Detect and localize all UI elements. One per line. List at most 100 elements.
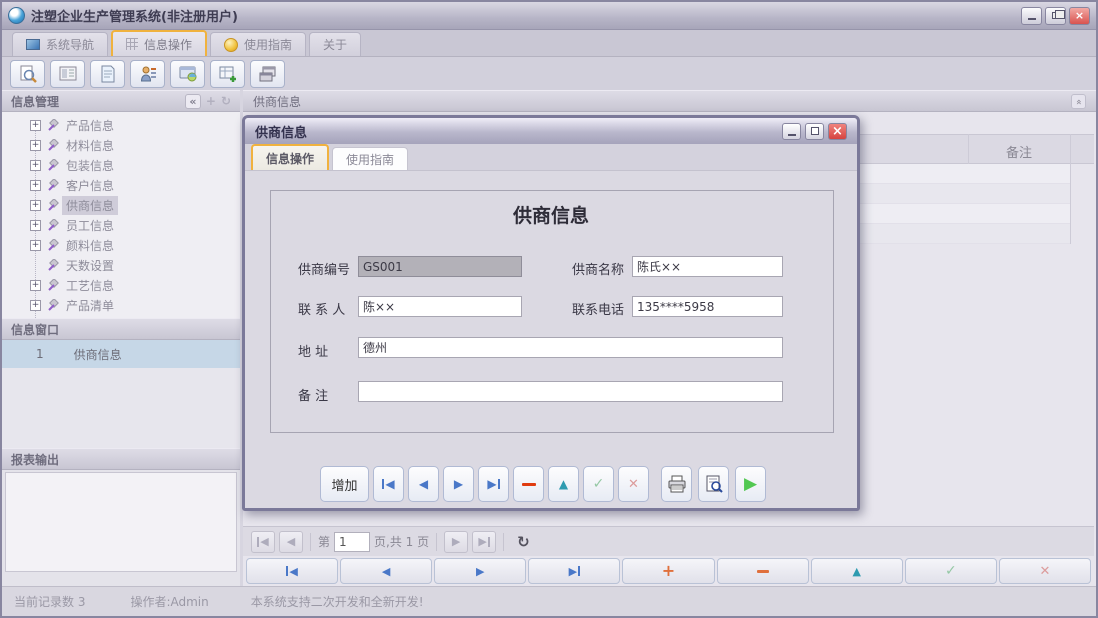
name-field[interactable] xyxy=(632,256,783,277)
expand-icon[interactable]: + xyxy=(30,160,41,171)
minimize-button[interactable] xyxy=(1021,7,1042,25)
last-page-button[interactable]: ▶ xyxy=(472,531,496,553)
confirm-button[interactable]: ✓ xyxy=(583,466,614,502)
tab-system-nav[interactable]: 系统导航 xyxy=(12,32,108,56)
address-field[interactable] xyxy=(358,337,783,358)
expand-icon[interactable]: + xyxy=(30,220,41,231)
table-add-icon[interactable] xyxy=(210,60,245,88)
edit-record-button[interactable]: ▲ xyxy=(548,466,579,502)
cancel-button[interactable]: ✕ xyxy=(999,558,1091,584)
expand-icon[interactable]: + xyxy=(30,200,41,211)
supplier-dialog: 供商信息 × 信息操作 使用指南 供商信息 供商编号 供商名称 联 系 人 xyxy=(242,115,860,511)
code-field[interactable] xyxy=(358,256,522,277)
last-record-button[interactable]: ▶ xyxy=(478,466,509,502)
page-number-input[interactable] xyxy=(334,532,370,552)
collapse-up-icon[interactable]: « xyxy=(1071,94,1086,109)
add-icon[interactable]: + xyxy=(206,94,216,108)
delete-record-button[interactable] xyxy=(513,466,544,502)
toolbar xyxy=(2,57,1096,90)
prev-record-button[interactable]: ◀ xyxy=(340,558,432,584)
first-record-button[interactable]: ◀ xyxy=(373,466,404,502)
refresh-icon[interactable]: ↻ xyxy=(221,94,231,108)
dialog-title-bar: 供商信息 × xyxy=(245,118,857,144)
next-record-button[interactable]: ▶ xyxy=(443,466,474,502)
info-tree: + 产品信息 + 材料信息 + 包装信息 + 客户信息 + xyxy=(2,112,240,318)
tree-item-pigment[interactable]: + 颜料信息 xyxy=(2,235,240,255)
run-button[interactable]: ▶ xyxy=(735,466,766,502)
contact-field[interactable] xyxy=(358,296,522,317)
delete-record-button[interactable] xyxy=(717,558,809,584)
refresh-icon[interactable]: ↻ xyxy=(517,533,530,551)
first-record-button[interactable]: ◀ xyxy=(246,558,338,584)
play-icon: ▶ xyxy=(744,476,757,493)
record-count: 当前记录数 3 xyxy=(14,593,85,610)
dialog-tab-info-operation[interactable]: 信息操作 xyxy=(251,144,329,170)
supplier-panel-header: 供商信息 « xyxy=(243,90,1096,112)
cancel-button[interactable]: ✕ xyxy=(618,466,649,502)
restore-button[interactable] xyxy=(1045,7,1066,25)
dialog-minimize-button[interactable] xyxy=(782,123,801,140)
form-view-icon[interactable] xyxy=(50,60,85,88)
remark-field[interactable] xyxy=(358,381,783,402)
page-prefix: 第 xyxy=(318,533,330,550)
node-icon xyxy=(46,219,59,232)
print-button[interactable] xyxy=(661,466,692,502)
tab-info-operation[interactable]: 信息操作 xyxy=(111,30,207,56)
tree-item-process[interactable]: + 工艺信息 xyxy=(2,275,240,295)
tab-user-guide[interactable]: 使用指南 xyxy=(210,32,306,56)
last-record-button[interactable]: ▶ xyxy=(528,558,620,584)
tree-item-days-setting[interactable]: + 天数设置 xyxy=(2,255,240,275)
sidebar: 信息管理 « + ↻ + 产品信息 + 材料信息 + 包装信息 xyxy=(2,90,240,586)
tree-item-product[interactable]: + 产品信息 xyxy=(2,115,240,135)
user-icon[interactable] xyxy=(130,60,165,88)
remark-label: 备 注 xyxy=(298,385,328,404)
prev-page-button[interactable]: ◀ xyxy=(279,531,303,553)
tree-item-product-list[interactable]: + 产品清单 xyxy=(2,295,240,315)
first-page-button[interactable]: ◀ xyxy=(251,531,275,553)
report-output-header: 报表输出 xyxy=(2,448,240,470)
tree-item-material[interactable]: + 材料信息 xyxy=(2,135,240,155)
search-document-icon[interactable] xyxy=(10,60,45,88)
print-preview-icon xyxy=(704,475,724,493)
expand-icon[interactable]: + xyxy=(30,280,41,291)
window-title: 注塑企业生产管理系统(非注册用户) xyxy=(31,6,238,25)
expand-icon[interactable]: + xyxy=(30,240,41,251)
add-button[interactable]: 增加 xyxy=(320,466,369,502)
confirm-button[interactable]: ✓ xyxy=(905,558,997,584)
tab-about[interactable]: 关于 xyxy=(309,32,361,56)
edit-record-button[interactable]: ▲ xyxy=(811,558,903,584)
next-page-button[interactable]: ▶ xyxy=(444,531,468,553)
window-preview-icon[interactable] xyxy=(170,60,205,88)
dialog-title: 供商信息 xyxy=(255,122,307,141)
dialog-maximize-button[interactable] xyxy=(805,123,824,140)
next-record-button[interactable]: ▶ xyxy=(434,558,526,584)
collapse-panel-icon[interactable]: « xyxy=(185,94,201,109)
record-nav-bar: ◀ ◀ ▶ ▶ + ▲ ✓ ✕ xyxy=(246,558,1091,584)
expand-icon[interactable]: + xyxy=(30,120,41,131)
tree-item-supplier[interactable]: + 供商信息 xyxy=(2,195,240,215)
expand-icon[interactable]: + xyxy=(30,300,41,311)
list-item-supplier-window[interactable]: 1 供商信息 xyxy=(2,340,240,368)
node-icon xyxy=(46,159,59,172)
main-tab-bar: 系统导航 信息操作 使用指南 关于 xyxy=(2,30,1096,57)
prev-record-button[interactable]: ◀ xyxy=(408,466,439,502)
tree-item-packaging[interactable]: + 包装信息 xyxy=(2,155,240,175)
system-nav-icon xyxy=(26,39,40,50)
windows-stack-icon[interactable] xyxy=(250,60,285,88)
tree-item-customer[interactable]: + 客户信息 xyxy=(2,175,240,195)
node-icon xyxy=(46,259,59,272)
preview-button[interactable] xyxy=(698,466,729,502)
dialog-close-button[interactable]: × xyxy=(828,123,847,140)
tree-item-employee[interactable]: + 员工信息 xyxy=(2,215,240,235)
phone-field[interactable] xyxy=(632,296,783,317)
expand-icon[interactable]: + xyxy=(30,140,41,151)
report-output-area xyxy=(5,472,237,572)
dialog-tab-user-guide[interactable]: 使用指南 xyxy=(332,147,408,170)
info-management-header: 信息管理 « + ↻ xyxy=(2,90,240,112)
app-window: 注塑企业生产管理系统(非注册用户) × 系统导航 信息操作 使用指南 关于 xyxy=(0,0,1098,618)
add-record-button[interactable]: + xyxy=(622,558,714,584)
document-icon[interactable] xyxy=(90,60,125,88)
close-button[interactable]: × xyxy=(1069,7,1090,25)
node-icon xyxy=(46,119,59,132)
expand-icon[interactable]: + xyxy=(30,180,41,191)
